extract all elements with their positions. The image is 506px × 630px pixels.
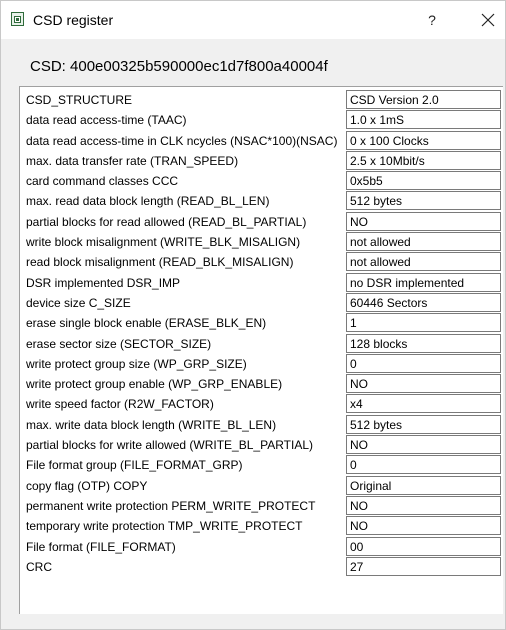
field-value[interactable]: no DSR implemented — [346, 272, 501, 292]
field-label: erase sector size (SECTOR_SIZE) — [26, 336, 212, 351]
table-row: max. write data block length (WRITE_BL_L… — [24, 414, 501, 435]
field-label: write protect group enable (WP_GRP_ENABL… — [26, 377, 283, 392]
field-value[interactable]: Original — [346, 475, 501, 495]
field-value[interactable]: 0 — [346, 353, 501, 373]
field-value[interactable]: NO — [346, 374, 501, 394]
field-label: File format (FILE_FORMAT) — [26, 539, 176, 554]
table-row: card command classes CCC 0x5b5 — [24, 171, 501, 191]
table-row: File format (FILE_FORMAT) 00 — [24, 536, 501, 557]
table-row: data read access-time (TAAC) 1.0 x 1mS — [24, 110, 501, 130]
field-value[interactable]: 27 — [346, 556, 501, 576]
field-label: partial blocks for read allowed (READ_BL… — [26, 214, 307, 229]
table-row: permanent write protection PERM_WRITE_PR… — [24, 495, 501, 516]
field-value[interactable]: 0 — [346, 455, 501, 475]
field-label: temporary write protection TMP_WRITE_PRO… — [26, 519, 303, 534]
field-label: data read access-time in CLK ncycles (NS… — [26, 133, 338, 148]
table-row: copy flag (OTP) COPY Original — [24, 475, 501, 496]
field-label: write block misalignment (WRITE_BLK_MISA… — [26, 235, 301, 250]
field-label: write protect group size (WP_GRP_SIZE) — [26, 356, 247, 371]
field-value[interactable]: NO — [346, 495, 501, 515]
table-row: erase single block enable (ERASE_BLK_EN)… — [24, 313, 501, 333]
table-row: max. read data block length (READ_BL_LEN… — [24, 191, 501, 211]
table-row: device size C_SIZE 60446 Sectors — [24, 292, 501, 313]
csd-hex-header: CSD: 400e00325b590000ec1d7f800a40004f — [30, 58, 328, 75]
csd-field-table: CSD_STRUCTURE CSD Version 2.0 data read ac… — [19, 86, 503, 614]
field-value[interactable]: 00 — [346, 536, 501, 556]
field-label: max. read data block length (READ_BL_LEN… — [26, 194, 270, 209]
field-label: copy flag (OTP) COPY — [26, 478, 148, 493]
field-label: read block misalignment (READ_BLK_MISALI… — [26, 255, 294, 270]
app-icon — [11, 12, 24, 26]
table-row: erase sector size (SECTOR_SIZE) 128 block… — [24, 333, 501, 354]
field-value[interactable]: 1 — [346, 313, 501, 333]
table-row: CRC 27 — [24, 556, 501, 577]
table-row: write speed factor (R2W_FACTOR) x4 — [24, 394, 501, 414]
field-value[interactable]: NO — [346, 435, 501, 455]
table-row: write protect group enable (WP_GRP_ENABL… — [24, 374, 501, 394]
field-label: partial blocks for write allowed (WRITE_… — [26, 438, 313, 453]
field-label: write speed factor (R2W_FACTOR) — [26, 397, 214, 412]
field-label: erase single block enable (ERASE_BLK_EN) — [26, 316, 267, 331]
field-value[interactable]: x4 — [346, 394, 501, 414]
field-value[interactable]: NO — [346, 211, 501, 231]
field-value[interactable]: 512 bytes — [346, 414, 501, 434]
field-label: File format group (FILE_FORMAT_GRP) — [26, 458, 243, 473]
field-value[interactable]: 60446 Sectors — [346, 292, 501, 312]
field-value[interactable]: not allowed — [346, 252, 501, 272]
field-value[interactable]: CSD Version 2.0 — [346, 90, 501, 109]
csd-register-dialog: CSD register ? CSD: 400e00325b590000ec1d… — [0, 0, 506, 630]
field-label: max. write data block length (WRITE_BL_L… — [26, 417, 277, 432]
field-value[interactable]: 0x5b5 — [346, 171, 501, 191]
field-value[interactable]: NO — [346, 516, 501, 536]
field-value[interactable]: 128 blocks — [346, 333, 501, 353]
field-label: CSD_STRUCTURE — [26, 93, 133, 107]
close-button[interactable] — [475, 7, 501, 33]
field-value[interactable]: 0 x 100 Clocks — [346, 130, 501, 150]
field-label: device size C_SIZE — [26, 295, 131, 310]
field-label: data read access-time (TAAC) — [26, 113, 187, 128]
title-bar[interactable]: CSD register ? — [1, 1, 505, 39]
field-value[interactable]: 2.5 x 10Mbit/s — [346, 150, 501, 170]
field-label: CRC — [26, 559, 52, 574]
field-value[interactable]: 512 bytes — [346, 191, 501, 211]
table-row: File format group (FILE_FORMAT_GRP) 0 — [24, 455, 501, 475]
close-icon — [481, 13, 495, 27]
field-value[interactable]: 1.0 x 1mS — [346, 110, 501, 130]
field-label: card command classes CCC — [26, 174, 179, 189]
table-row: write protect group size (WP_GRP_SIZE) 0 — [24, 353, 501, 374]
help-button[interactable]: ? — [419, 7, 445, 33]
table-row: data read access-time in CLK ncycles (NS… — [24, 130, 501, 151]
table-row: CSD_STRUCTURE CSD Version 2.0 — [24, 90, 501, 110]
table-row: read block misalignment (READ_BLK_MISALI… — [24, 252, 501, 272]
table-row: partial blocks for read allowed (READ_BL… — [24, 211, 501, 232]
table-row: max. data transfer rate (TRAN_SPEED) 2.5 … — [24, 150, 501, 171]
field-label: DSR implemented DSR_IMP — [26, 275, 181, 290]
table-row: write block misalignment (WRITE_BLK_MISA… — [24, 232, 501, 252]
table-row: DSR implemented DSR_IMP no DSR implemente… — [24, 272, 501, 293]
field-label: permanent write protection PERM_WRITE_PR… — [26, 498, 316, 513]
table-row: partial blocks for write allowed (WRITE_… — [24, 435, 501, 455]
field-value[interactable]: not allowed — [346, 232, 501, 252]
csd-field-rows: CSD_STRUCTURE CSD Version 2.0 data read ac… — [24, 90, 501, 577]
window-title: CSD register — [33, 12, 114, 28]
table-row: temporary write protection TMP_WRITE_PRO… — [24, 516, 501, 536]
field-label: max. data transfer rate (TRAN_SPEED) — [26, 153, 239, 168]
